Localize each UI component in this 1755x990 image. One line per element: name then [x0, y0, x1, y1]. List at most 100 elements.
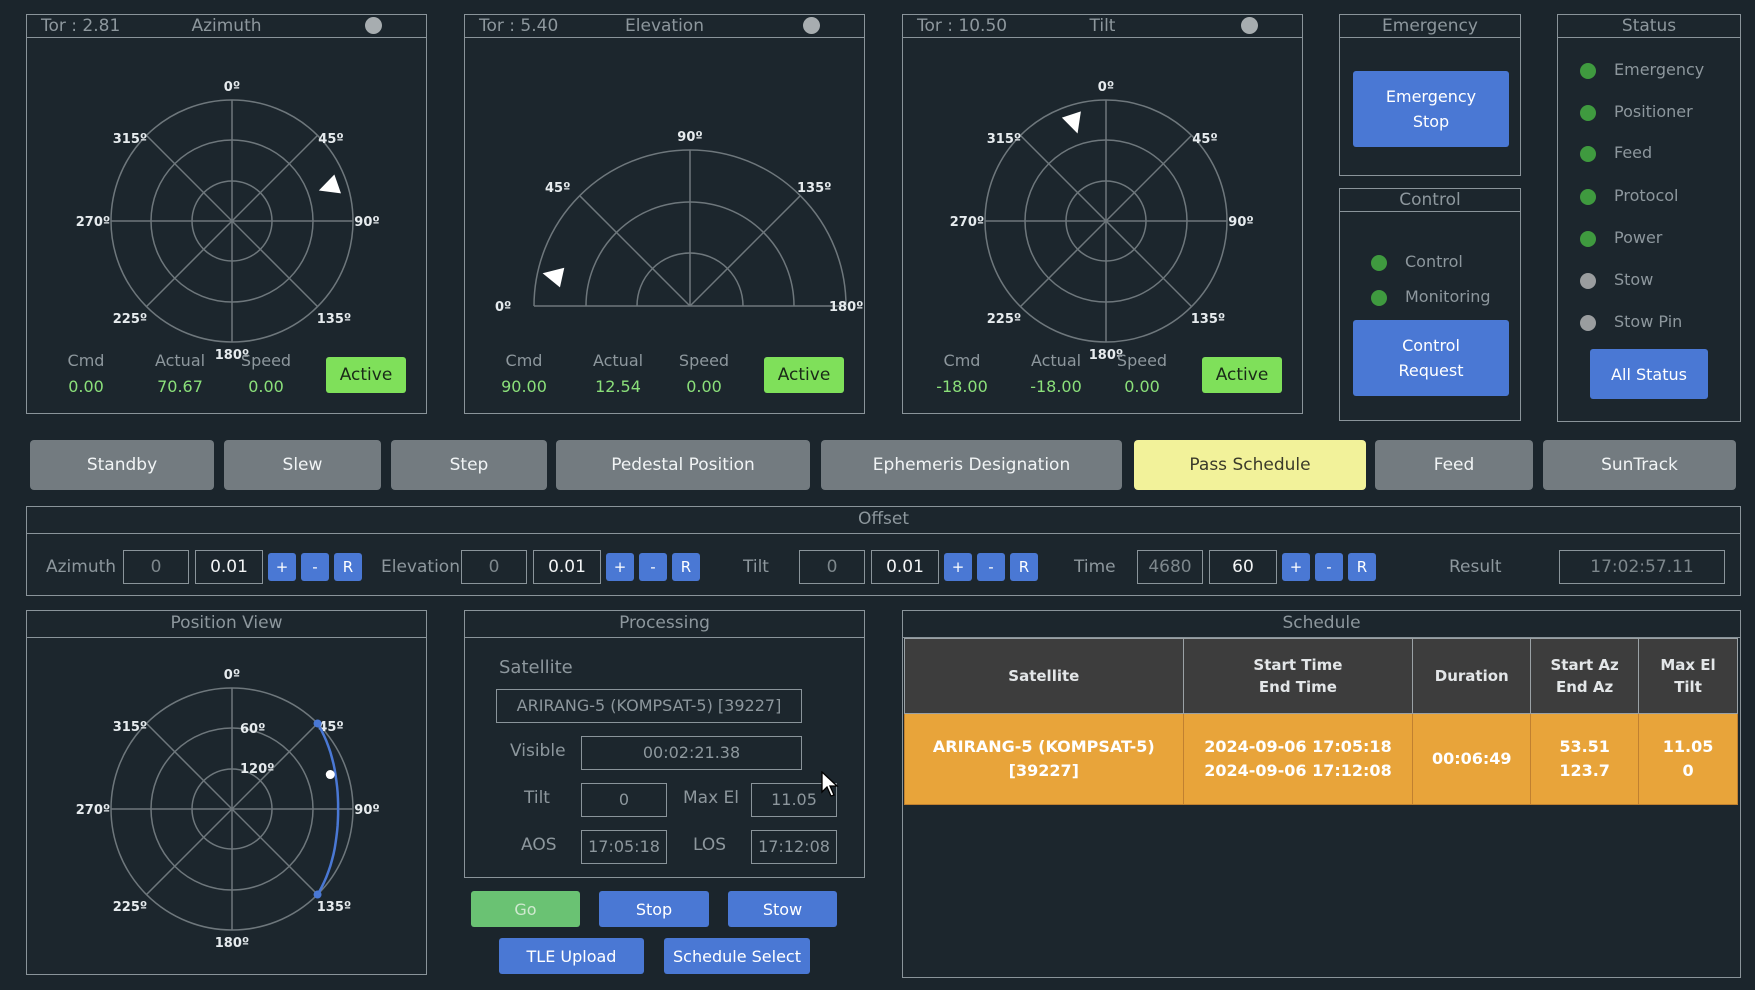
active-button[interactable]: Active — [326, 357, 406, 393]
control-panel: Control Control Monitoring Control Reque… — [1339, 188, 1521, 421]
cell-line: 123.7 — [1559, 761, 1610, 780]
position-pointer-icon — [542, 267, 565, 288]
offset-elevation-reset-button[interactable]: R — [672, 553, 700, 581]
stop-button[interactable]: Stop — [599, 891, 709, 927]
offset-time-minus-button[interactable]: - — [1315, 553, 1343, 581]
offset-elevation-value: 0 — [461, 550, 527, 584]
cmd-label: Cmd — [505, 351, 543, 370]
speed-label: Speed — [678, 351, 730, 370]
cell-az: 53.51 123.7 — [1530, 713, 1640, 805]
satellite-field[interactable]: ARIRANG-5 (KOMPSAT-5) [39227] — [496, 689, 802, 723]
offset-elevation-plus-button[interactable]: + — [606, 553, 634, 581]
active-button[interactable]: Active — [764, 357, 844, 393]
cell-satellite: ARIRANG-5 (KOMPSAT-5) [39227] — [904, 713, 1184, 805]
speed-label: Speed — [240, 351, 292, 370]
schedule-select-button[interactable]: Schedule Select — [664, 938, 810, 974]
status-dot-icon — [1580, 189, 1596, 205]
offset-time-plus-button[interactable]: + — [1282, 553, 1310, 581]
label-n: 0º — [224, 668, 240, 683]
column-header-satellite[interactable]: Satellite — [904, 638, 1184, 714]
mode-suntrack-button[interactable]: SunTrack — [1543, 440, 1736, 490]
mode-step-button[interactable]: Step — [391, 440, 547, 490]
header-line: Duration — [1434, 667, 1509, 685]
emergency-stop-button[interactable]: Emergency Stop — [1353, 71, 1509, 147]
label-sw: 225º — [113, 312, 147, 327]
max-el-label: Max El — [683, 788, 740, 808]
cell-line: 00:06:49 — [1431, 749, 1512, 768]
offset-tilt-step-input[interactable]: 0.01 — [871, 550, 939, 584]
position-pointer-icon — [318, 174, 341, 194]
label-0: 0º — [495, 300, 511, 315]
offset-tilt-plus-button[interactable]: + — [944, 553, 972, 581]
tle-upload-button[interactable]: TLE Upload — [499, 938, 644, 974]
status-dot-icon — [1580, 231, 1596, 247]
status-label: Positioner — [1614, 102, 1693, 121]
column-header-maxel-tilt[interactable]: Max El Tilt — [1638, 638, 1738, 714]
offset-elevation-minus-button[interactable]: - — [639, 553, 667, 581]
column-header-duration[interactable]: Duration — [1412, 638, 1532, 714]
button-line-2: Stop — [1412, 112, 1450, 131]
offset-time-reset-button[interactable]: R — [1348, 553, 1376, 581]
actual-label: Actual — [1030, 351, 1082, 370]
offset-azimuth-minus-button[interactable]: - — [301, 553, 329, 581]
actual-value: 12.54 — [595, 377, 641, 396]
offset-elevation-step-input[interactable]: 0.01 — [533, 550, 601, 584]
label-s: 180º — [215, 936, 249, 951]
label-sw: 225º — [987, 312, 1021, 327]
emergency-panel: Emergency Emergency Stop — [1339, 14, 1521, 176]
tilt-field[interactable]: 0 — [581, 783, 667, 817]
elevation-gauge: 90º 45º 135º 0º 180º — [495, 130, 863, 315]
cmd-value: -18.00 — [936, 377, 988, 396]
indicator-dot-icon — [803, 17, 820, 34]
button-line-1: Emergency — [1385, 87, 1477, 106]
track-endpoint — [313, 890, 322, 899]
label-e: 90º — [1228, 215, 1253, 230]
cell-line: ARIRANG-5 (KOMPSAT-5) — [932, 737, 1155, 756]
status-dot-icon — [1580, 315, 1596, 331]
offset-time-step-input[interactable]: 60 — [1209, 550, 1277, 584]
label-se: 135º — [317, 312, 351, 327]
header-line: End Time — [1258, 678, 1337, 696]
panel-title: Offset — [27, 507, 1740, 534]
processing-panel: Processing Satellite ARIRANG-5 (KOMPSAT-… — [464, 610, 865, 878]
column-header-time[interactable]: Start Time End Time — [1182, 638, 1414, 714]
actual-value: -18.00 — [1030, 377, 1082, 396]
actual-label: Actual — [592, 351, 644, 370]
offset-azimuth-plus-button[interactable]: + — [268, 553, 296, 581]
label-se: 135º — [317, 900, 351, 915]
mode-pedestal-position-button[interactable]: Pedestal Position — [556, 440, 810, 490]
all-status-button[interactable]: All Status — [1590, 349, 1708, 399]
status-label: Feed — [1614, 143, 1653, 162]
table-row[interactable]: ARIRANG-5 (KOMPSAT-5) [39227] 2024-09-06 … — [904, 713, 1738, 805]
mode-feed-button[interactable]: Feed — [1375, 440, 1533, 490]
aos-label: AOS — [521, 835, 557, 855]
mode-slew-button[interactable]: Slew — [224, 440, 381, 490]
offset-azimuth-reset-button[interactable]: R — [334, 553, 362, 581]
panel-title: Position View — [27, 611, 426, 638]
status-dot-icon — [1580, 146, 1596, 162]
speed-value: 0.00 — [686, 377, 722, 396]
torque-readout: Tor : 10.50 — [917, 16, 1008, 36]
satellite-label: Satellite — [499, 657, 573, 678]
cell-duration: 00:06:49 — [1412, 713, 1532, 805]
column-header-az[interactable]: Start Az End Az — [1530, 638, 1640, 714]
mode-ephemeris-designation-button[interactable]: Ephemeris Designation — [821, 440, 1122, 490]
label-nw: 315º — [113, 132, 147, 147]
header-line: Satellite — [1008, 667, 1080, 685]
elevation-panel: Elevation Tor : 5.40 90º 45º 135º 0º 180… — [464, 14, 865, 414]
control-request-button[interactable]: Control Request — [1353, 320, 1509, 396]
label-45: 45º — [545, 181, 570, 196]
offset-tilt-minus-button[interactable]: - — [977, 553, 1005, 581]
torque-readout: Tor : 2.81 — [41, 16, 121, 36]
stow-button[interactable]: Stow — [728, 891, 837, 927]
go-button[interactable]: Go — [471, 891, 580, 927]
mode-pass-schedule-button[interactable]: Pass Schedule — [1134, 440, 1366, 490]
active-button[interactable]: Active — [1202, 357, 1282, 393]
offset-azimuth-step-input[interactable]: 0.01 — [195, 550, 263, 584]
label-se: 135º — [1191, 312, 1225, 327]
mode-standby-button[interactable]: Standby — [30, 440, 214, 490]
cell-line: 53.51 — [1559, 737, 1610, 756]
label-ne: 45º — [1192, 132, 1217, 147]
table-header-row: Satellite Start Time End Time Duration St… — [904, 638, 1738, 714]
offset-tilt-reset-button[interactable]: R — [1010, 553, 1038, 581]
